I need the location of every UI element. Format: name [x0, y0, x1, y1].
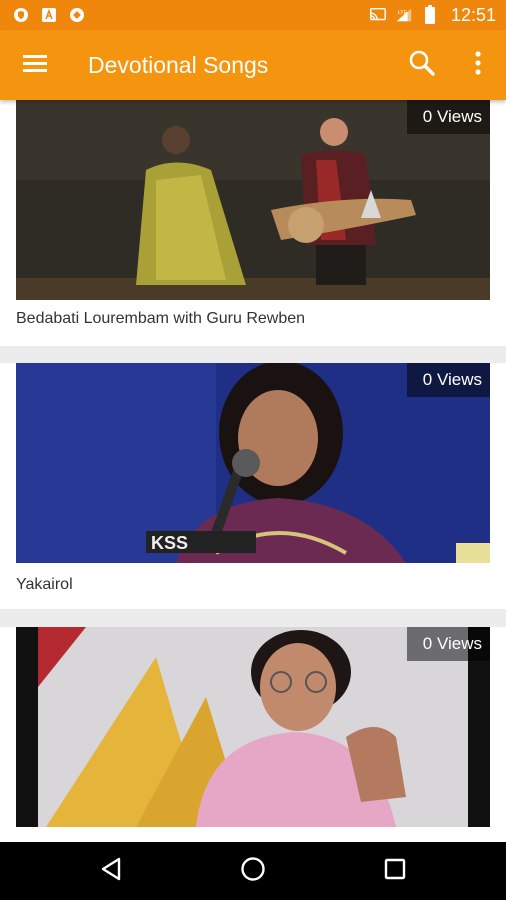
search-button[interactable]	[394, 30, 450, 100]
system-nav-bar	[0, 842, 506, 900]
video-title[interactable]: Bedabati Lourembam with Guru Rewben	[16, 310, 305, 328]
page-title: Devotional Songs	[88, 51, 269, 78]
views-badge: 0 Views	[406, 100, 490, 134]
status-time: 12:51	[450, 4, 496, 25]
video-thumbnail[interactable]: KSS 0 Views	[16, 363, 490, 563]
signal-lte-icon: LTE	[395, 6, 413, 24]
video-card[interactable]: 0 Views Bedabati Lourembam with Guru Rew…	[0, 100, 506, 346]
video-thumbnail[interactable]: 0 Views	[16, 100, 490, 300]
svg-text:KSS: KSS	[151, 533, 188, 553]
video-thumbnail[interactable]: 0 Views	[16, 627, 490, 827]
menu-button[interactable]	[0, 30, 70, 100]
views-badge: 0 Views	[406, 363, 490, 397]
more-options-button[interactable]	[450, 30, 506, 100]
more-vert-icon	[475, 50, 481, 80]
home-button[interactable]	[223, 842, 283, 900]
video-card[interactable]: KSS 0 Views Yakairol	[0, 363, 506, 609]
back-icon	[100, 857, 122, 886]
video-list[interactable]: 0 Views Bedabati Lourembam with Guru Rew…	[0, 100, 506, 842]
hamburger-menu-icon	[23, 53, 47, 78]
a-icon	[40, 6, 58, 24]
search-icon	[408, 49, 436, 82]
svg-text:LTE: LTE	[398, 10, 408, 16]
home-icon	[240, 856, 266, 887]
video-card[interactable]: 0 Views	[0, 627, 506, 842]
no-entry-icon	[68, 6, 86, 24]
views-badge: 0 Views	[406, 627, 490, 661]
status-bar: LTE 12:51	[0, 0, 506, 30]
app-bar: Devotional Songs	[0, 30, 506, 100]
video-title[interactable]: Yakairol	[16, 576, 73, 594]
battery-icon	[421, 5, 439, 24]
shield-icon	[12, 6, 30, 24]
back-button[interactable]	[81, 842, 141, 900]
recents-button[interactable]	[365, 842, 425, 900]
cast-icon	[369, 6, 387, 24]
recents-icon	[384, 858, 406, 885]
